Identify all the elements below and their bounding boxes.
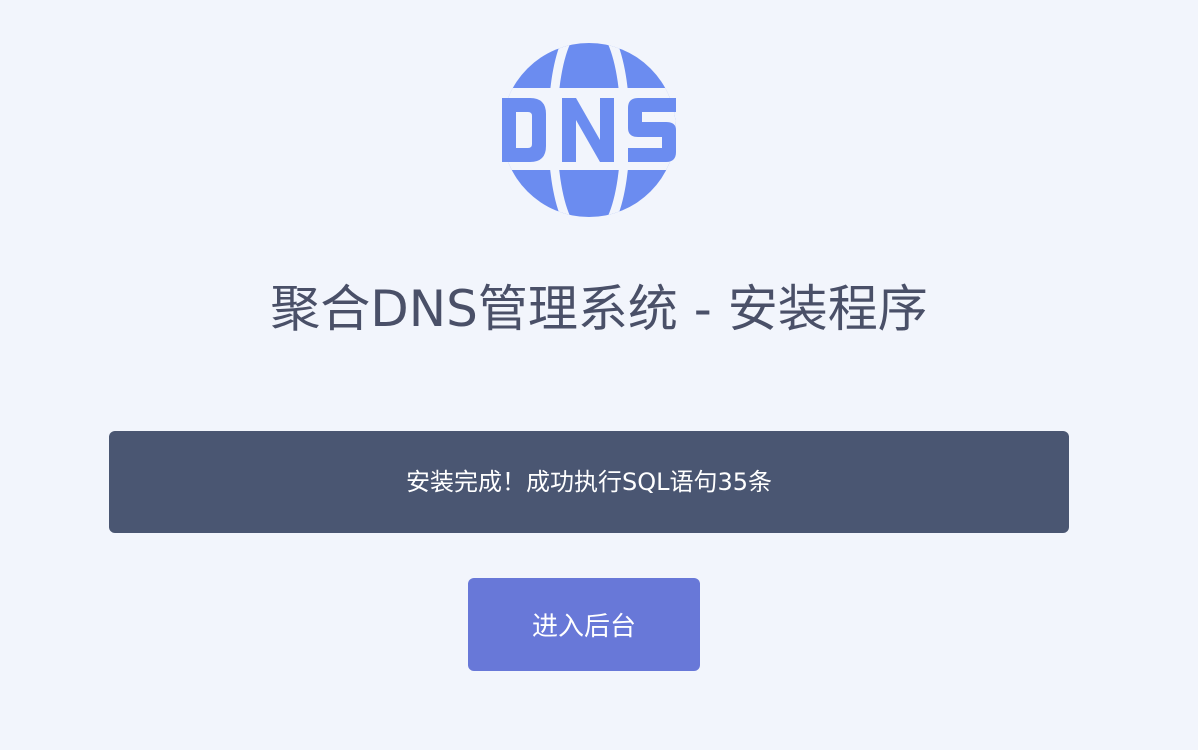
- install-page: 聚合DNS管理系统 - 安装程序 安装完成！成功执行SQL语句35条 进入后台: [0, 0, 1198, 750]
- enter-admin-button[interactable]: 进入后台: [468, 578, 700, 671]
- success-message: 安装完成！成功执行SQL语句35条: [405, 468, 773, 496]
- success-notice: 安装完成！成功执行SQL语句35条: [109, 431, 1069, 533]
- dns-logo-icon: [500, 42, 678, 218]
- page-title: 聚合DNS管理系统 - 安装程序: [270, 280, 928, 338]
